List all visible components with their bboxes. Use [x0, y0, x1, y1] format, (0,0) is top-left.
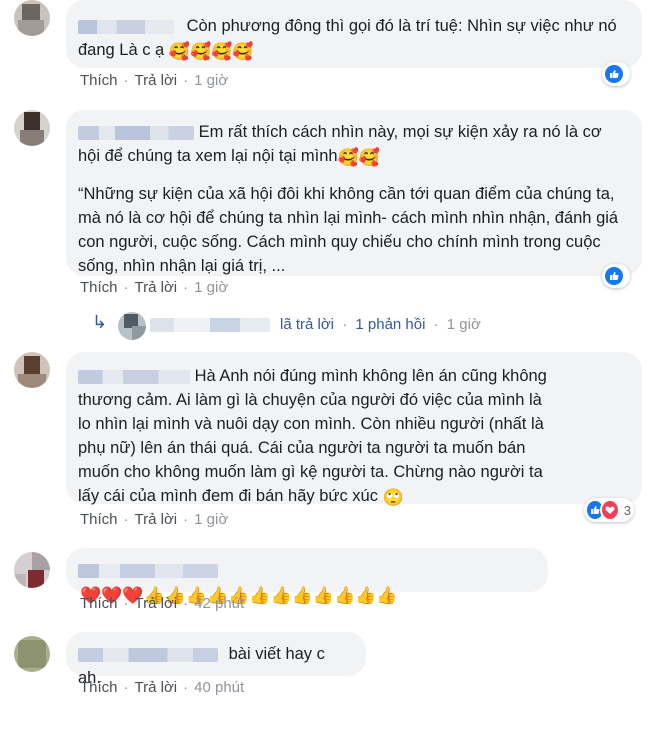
avatar[interactable]	[14, 352, 50, 388]
reply-button[interactable]: Trả lời	[135, 511, 178, 528]
comment-text: Hà Anh nói đúng mình không lên án cũng k…	[78, 367, 547, 505]
meta-separator: ·	[123, 72, 129, 89]
reply-arrow-icon: ↳	[92, 312, 108, 332]
like-button[interactable]: Thích	[80, 679, 118, 696]
reply-button[interactable]: Trả lời	[135, 679, 178, 696]
like-button[interactable]: Thích	[80, 595, 118, 612]
author-name[interactable]	[78, 563, 218, 578]
emoji-rolling-eyes: 🙄	[382, 488, 404, 507]
author-name[interactable]	[78, 125, 194, 140]
reply-summary-text[interactable]: lã trả lời · 1 phản hồi · 1 giờ	[280, 316, 481, 333]
meta-separator: ·	[183, 679, 189, 696]
reply-summary[interactable]: ↳	[92, 312, 107, 338]
like-button[interactable]: Thích	[80, 72, 118, 89]
reply-button[interactable]: Trả lời	[135, 279, 178, 296]
reaction-badge[interactable]	[602, 62, 630, 86]
emoji-smiling-hearts: 🥰🥰🥰🥰	[168, 42, 254, 61]
comment-time[interactable]: 1 giờ	[194, 279, 228, 296]
like-button[interactable]: Thích	[80, 279, 118, 296]
meta-separator: ·	[183, 511, 189, 528]
reaction-badge[interactable]: 3	[584, 498, 634, 522]
meta-separator: ·	[123, 595, 129, 612]
comment-time[interactable]: 1 giờ	[194, 511, 228, 528]
reply-button[interactable]: Trả lời	[135, 72, 178, 89]
comment-time[interactable]: 40 phút	[194, 679, 244, 696]
comment-time[interactable]: 42 phút	[194, 595, 244, 612]
comment-quote: “Những sự kiện của xã hội đôi khi không …	[78, 185, 619, 275]
meta-separator: ·	[123, 511, 129, 528]
avatar[interactable]	[14, 110, 50, 146]
reply-button[interactable]: Trả lời	[135, 595, 178, 612]
comment-meta: Thích · Trả lời · 1 giờ	[80, 72, 228, 89]
comment-meta: Thích · Trả lời · 40 phút	[80, 679, 244, 696]
reaction-count: 3	[623, 502, 631, 518]
reply-separator: ·	[342, 316, 348, 333]
love-icon	[599, 499, 620, 521]
reply-avatar[interactable]	[118, 312, 146, 340]
reply-time: 1 giờ	[446, 316, 481, 333]
comment-time[interactable]: 1 giờ	[194, 72, 228, 89]
meta-separator: ·	[183, 72, 189, 89]
avatar[interactable]	[14, 0, 50, 36]
reply-author-name[interactable]	[150, 318, 270, 332]
comment-meta: Thích · Trả lời · 42 phút	[80, 595, 244, 612]
meta-separator: ·	[183, 279, 189, 296]
meta-separator: ·	[183, 595, 189, 612]
reply-text: lã trả lời	[280, 316, 335, 333]
reply-separator: ·	[433, 316, 439, 333]
comment-bubble: Hà Anh nói đúng mình không lên án cũng k…	[66, 352, 642, 507]
comment-text-line1: Em rất thích cách nhìn này, mọi sự kiện …	[198, 123, 602, 141]
like-icon	[605, 65, 623, 83]
comment-meta: Thích · Trả lời · 1 giờ	[80, 279, 228, 296]
like-button[interactable]: Thích	[80, 511, 118, 528]
author-name[interactable]	[78, 369, 190, 384]
avatar[interactable]	[14, 636, 50, 672]
emoji-smiling-hearts: 🥰🥰	[337, 148, 380, 167]
comment-bubble: Em rất thích cách nhìn này, mọi sự kiện …	[66, 110, 642, 276]
reaction-badge[interactable]	[602, 264, 630, 288]
comment-bubble: ❤️❤️❤️👍👍👍👍👍👍👍👍👍👍👍👍	[66, 548, 548, 605]
meta-separator: ·	[123, 279, 129, 296]
comment-bubble: bài viết hay c ah.	[66, 632, 366, 687]
like-icon	[605, 267, 623, 285]
comment-text-line2: hội để chúng ta xem lại nội tại mình	[78, 147, 338, 165]
author-name[interactable]	[78, 19, 174, 34]
meta-separator: ·	[123, 679, 129, 696]
comment-meta: Thích · Trả lời · 1 giờ	[80, 511, 228, 528]
author-name[interactable]	[78, 647, 218, 662]
reply-count: 1 phản hồi	[355, 316, 426, 333]
comment-bubble: Còn phương đông thì gọi đó là trí tuệ: N…	[66, 0, 642, 68]
avatar[interactable]	[14, 552, 50, 588]
